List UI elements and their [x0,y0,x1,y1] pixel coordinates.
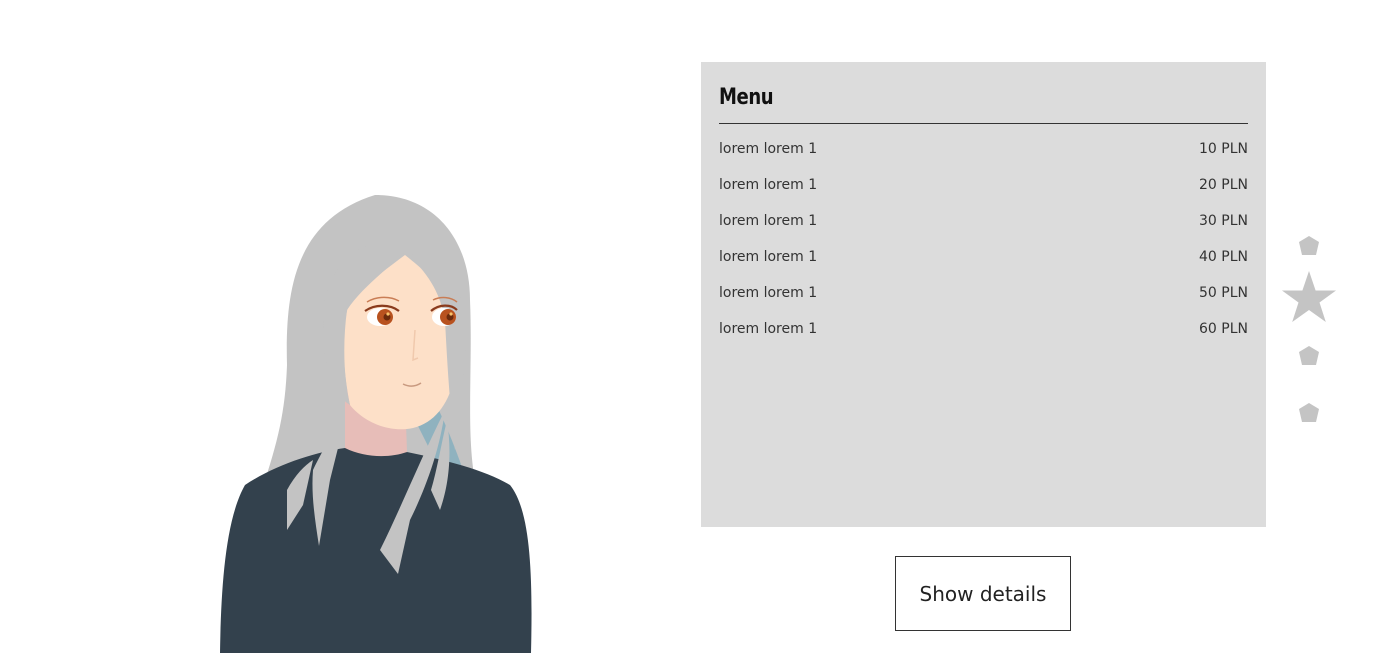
slide-dot-pentagon-icon[interactable] [1297,345,1321,367]
menu-item: lorem lorem 1 10 PLN [719,140,1248,176]
menu-divider [719,123,1248,124]
menu-item-name: lorem lorem 1 [719,285,818,301]
menu-item: lorem lorem 1 60 PLN [719,320,1248,356]
menu-item-name: lorem lorem 1 [719,321,818,337]
menu-item-price: 50 PLN [1199,285,1248,301]
menu-item-name: lorem lorem 1 [719,213,818,229]
menu-panel: Menu lorem lorem 1 10 PLN lorem lorem 1 … [701,62,1266,527]
show-details-button[interactable]: Show details [895,556,1071,631]
menu-item: lorem lorem 1 30 PLN [719,212,1248,248]
slider-navigation [1280,230,1338,430]
menu-item: lorem lorem 1 20 PLN [719,176,1248,212]
menu-item-name: lorem lorem 1 [719,177,818,193]
menu-title: Menu [719,85,774,110]
menu-item-name: lorem lorem 1 [719,141,818,157]
menu-item-price: 30 PLN [1199,213,1248,229]
slide-dot-pentagon-icon[interactable] [1297,402,1321,424]
menu-item-price: 40 PLN [1199,249,1248,265]
menu-item-price: 20 PLN [1199,177,1248,193]
slide-dot-star-icon[interactable] [1280,270,1338,326]
page: Menu lorem lorem 1 10 PLN lorem lorem 1 … [0,0,1400,653]
slide-dot-pentagon-icon[interactable] [1297,235,1321,257]
character-illustration [220,195,532,653]
menu-item: lorem lorem 1 40 PLN [719,248,1248,284]
menu-item-name: lorem lorem 1 [719,249,818,265]
menu-item-price: 10 PLN [1199,141,1248,157]
menu-item-price: 60 PLN [1199,321,1248,337]
menu-item: lorem lorem 1 50 PLN [719,284,1248,320]
menu-list: lorem lorem 1 10 PLN lorem lorem 1 20 PL… [719,140,1248,356]
